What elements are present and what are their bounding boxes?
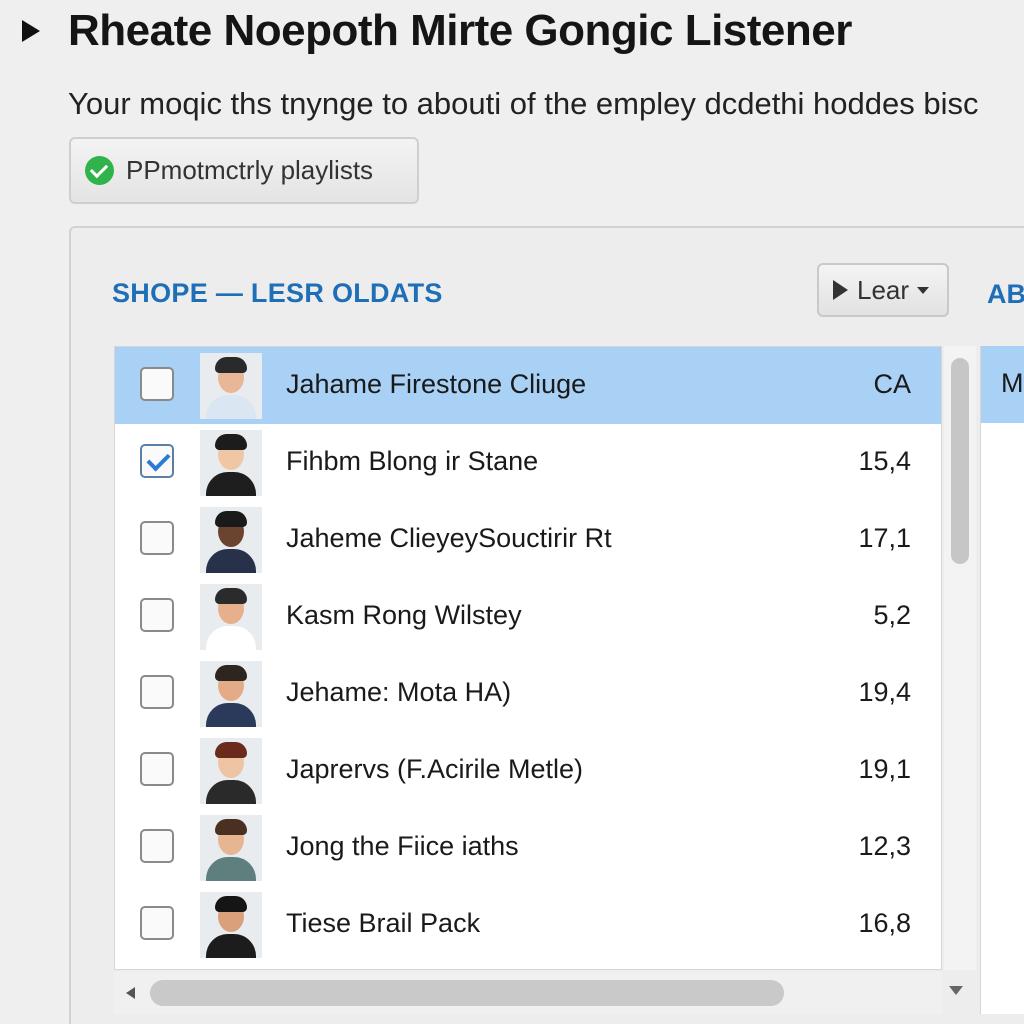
avatar [200,815,262,881]
vertical-scrollbar[interactable] [944,346,976,970]
row-value: 19,4 [858,677,911,707]
check-circle-icon [85,156,114,185]
page-description: Your moqic ths tnynge to abouti of the e… [68,86,979,121]
avatar [200,738,262,804]
page-title: Rheate Noepoth Mirte Gongic Listener [68,6,852,55]
row-checkbox[interactable] [140,598,174,632]
list-row[interactable]: Jehame: Mota HA) 19,4 [115,655,941,732]
list-row[interactable]: Jaheme ClieyeySouctirir Rt 17,1 [115,501,941,578]
playlist-list: Jahame Firestone Cliuge CA Fihbm Blong ir … [114,346,942,970]
scroll-left-arrow-icon[interactable] [126,987,135,999]
row-checkbox[interactable] [140,367,174,401]
play-icon [833,280,848,300]
list-row[interactable]: Tiese Brail Pack 16,8 [115,886,941,963]
avatar [200,892,262,958]
row-name: Jehame: Mota HA) [286,677,512,707]
horizontal-scrollbar-thumb[interactable] [150,980,784,1006]
row-name: Kasm Rong Wilstey [286,600,522,630]
row-checkbox[interactable] [140,444,174,478]
chevron-down-icon [917,286,930,294]
list-row[interactable]: Jong the Fiice iaths 12,3 [115,809,941,886]
row-name: Jahame Firestone Cliuge [286,369,587,399]
panel-heading: SHOPE — LESR OLDATS [112,278,443,308]
row-value: CA [873,369,911,399]
expand-arrow-icon[interactable] [22,20,40,42]
avatar [200,507,262,573]
row-value: 19,1 [858,754,911,784]
row-checkbox[interactable] [140,906,174,940]
list-row[interactable]: Kasm Rong Wilstey 5,2 [115,578,941,655]
sort-dropdown[interactable]: Lear [817,263,949,317]
row-name: Jong the Fiice iaths [286,831,519,861]
list-row[interactable]: Jahame Firestone Cliuge CA [115,347,941,424]
horizontal-scrollbar[interactable] [114,972,942,1014]
scroll-down-arrow-icon[interactable] [949,986,963,995]
row-value: 15,4 [858,446,911,476]
avatar [200,353,262,419]
avatar [200,430,262,496]
avatar [200,661,262,727]
status-button-label: PPmotmctrly playlists [126,155,374,185]
playlists-status-button[interactable]: PPmotmctrly playlists [69,137,419,204]
row-checkbox[interactable] [140,521,174,555]
row-checkbox[interactable] [140,675,174,709]
sort-dropdown-label: Lear [857,274,910,305]
right-column-cell: M [1001,368,1024,398]
avatar [200,584,262,650]
right-column: M [980,346,1024,1014]
list-row[interactable]: Japrervs (F.Acirile Metle) 19,1 [115,732,941,809]
list-panel: SHOPE — LESR OLDATS Lear AB Jahame Fires… [69,226,1024,1024]
row-value: 16,8 [858,908,911,938]
row-name: Tiese Brail Pack [286,908,481,938]
row-value: 17,1 [858,523,911,553]
row-value: 5,2 [873,600,911,630]
list-row[interactable]: Fihbm Blong ir Stane 15,4 [115,424,941,501]
row-name: Fihbm Blong ir Stane [286,446,539,476]
row-name: Japrervs (F.Acirile Metle) [286,754,584,784]
vertical-scrollbar-thumb[interactable] [951,358,969,564]
row-checkbox[interactable] [140,752,174,786]
right-column-header: AB [987,279,1024,309]
row-checkbox[interactable] [140,829,174,863]
row-name: Jaheme ClieyeySouctirir Rt [286,523,612,553]
row-value: 12,3 [858,831,911,861]
